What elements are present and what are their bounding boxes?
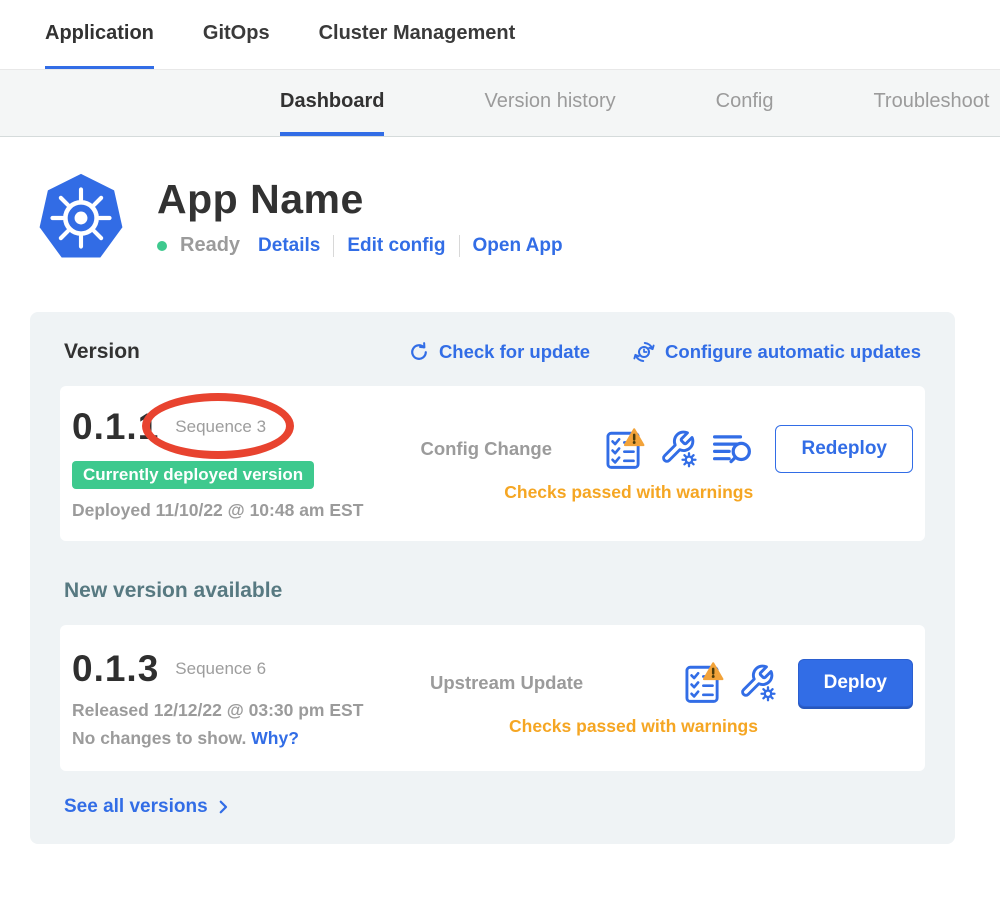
check-for-update-button[interactable]: Check for update [408, 340, 590, 364]
redeploy-button[interactable]: Redeploy [775, 425, 913, 473]
status-dot-icon [157, 241, 167, 251]
wrench-gear-icon[interactable] [659, 429, 699, 469]
kubernetes-logo [35, 170, 127, 266]
currently-deployed-badge: Currently deployed version [72, 461, 314, 489]
why-link[interactable]: Why? [251, 728, 299, 748]
see-all-versions-link[interactable]: See all versions [64, 796, 232, 818]
preflight-checklist-icon[interactable] [684, 662, 724, 704]
chevron-right-icon [214, 798, 232, 816]
see-all-versions-label: See all versions [64, 796, 208, 818]
red-circle-annotation [142, 393, 294, 459]
version-source-label: Upstream Update [430, 672, 615, 694]
nav-item-cluster-management[interactable]: Cluster Management [319, 0, 516, 69]
check-for-update-label: Check for update [439, 341, 590, 363]
refresh-icon [408, 341, 430, 363]
no-changes-row: No changes to show. Why? [72, 728, 424, 749]
deploy-button[interactable]: Deploy [798, 659, 913, 707]
divider [333, 235, 334, 257]
wrench-gear-icon[interactable] [738, 663, 778, 703]
configure-automatic-updates-button[interactable]: Configure automatic updates [632, 340, 921, 364]
version-source-label: Config Change [420, 438, 605, 460]
current-version-card: 0.1.1 Sequence 3 Currently deployed vers… [60, 386, 925, 541]
checks-status-text: Checks passed with warnings [509, 716, 758, 737]
no-changes-text: No changes to show. [72, 728, 246, 748]
divider [459, 235, 460, 257]
nav-item-application[interactable]: Application [45, 0, 154, 69]
available-version-sequence: Sequence 6 [175, 659, 266, 679]
preflight-checklist-icon[interactable] [605, 428, 645, 470]
panel-title: Version [64, 340, 140, 364]
app-name-title: App Name [157, 176, 563, 223]
app-tabs: Dashboard Version history Config Trouble… [0, 70, 1000, 137]
version-panel: Version Check for update [30, 312, 955, 844]
tab-troubleshoot[interactable]: Troubleshoot [873, 70, 989, 136]
nav-item-gitops[interactable]: GitOps [203, 0, 270, 69]
details-link[interactable]: Details [258, 235, 320, 257]
tab-dashboard[interactable]: Dashboard [280, 70, 384, 136]
available-version-number: 0.1.3 [72, 648, 159, 690]
status-badge: Ready [180, 234, 240, 257]
new-version-heading: New version available [64, 579, 925, 603]
checks-status-text: Checks passed with warnings [504, 482, 753, 503]
open-app-link[interactable]: Open App [473, 235, 563, 257]
lines-magnifier-icon[interactable] [713, 431, 755, 467]
edit-config-link[interactable]: Edit config [347, 235, 445, 257]
app-header: App Name Ready Details Edit config Open … [35, 170, 1000, 266]
current-version-number: 0.1.1 [72, 406, 159, 448]
released-timestamp: Released 12/12/22 @ 03:30 pm EST [72, 700, 424, 721]
tab-config[interactable]: Config [716, 70, 774, 136]
tab-version-history[interactable]: Version history [484, 70, 615, 136]
clock-sync-icon [632, 340, 656, 364]
available-version-card: 0.1.3 Sequence 6 Released 12/12/22 @ 03:… [60, 625, 925, 771]
deployed-timestamp: Deployed 11/10/22 @ 10:48 am EST [72, 500, 414, 521]
primary-nav: Application GitOps Cluster Management [0, 0, 1000, 70]
configure-automatic-updates-label: Configure automatic updates [665, 341, 921, 363]
